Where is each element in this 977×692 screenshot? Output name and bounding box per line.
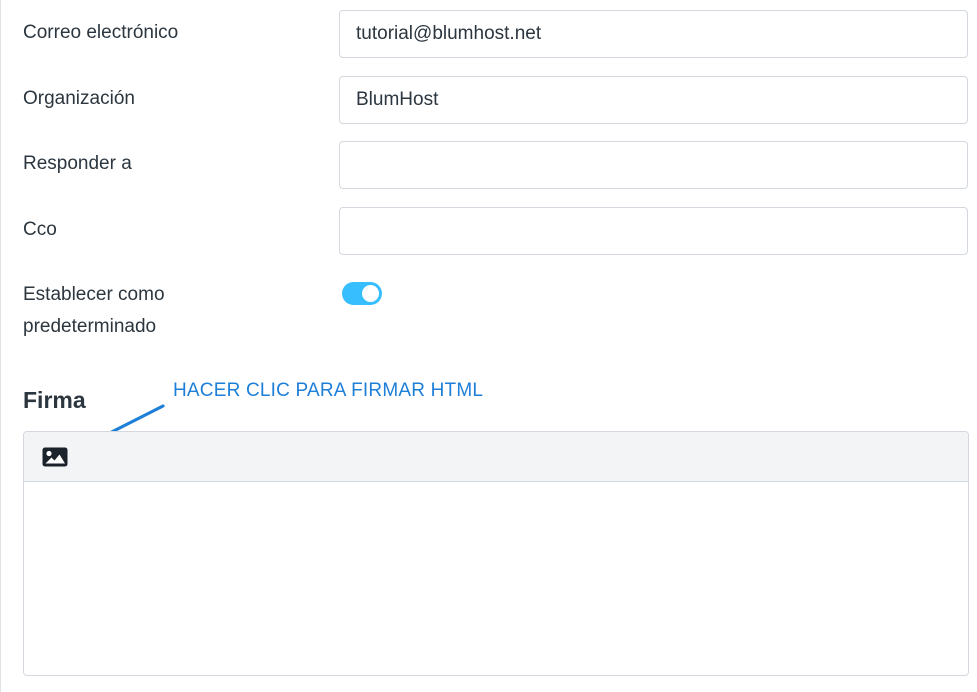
default-label-line1: Establecer como [23,284,165,305]
bcc-label: Cco [23,219,57,240]
reply-to-label: Responder a [23,153,132,174]
signature-editor [23,431,969,676]
left-divider [0,0,1,692]
organization-label: Organización [23,88,135,109]
default-label-line2: predeterminado [23,316,157,337]
organization-input[interactable] [339,76,968,124]
insert-image-button[interactable] [40,444,70,470]
signature-content-area[interactable] [24,482,968,676]
editor-toolbar [24,432,968,482]
email-input[interactable] [339,10,968,58]
email-label: Correo electrónico [23,22,179,43]
default-toggle[interactable] [342,282,382,305]
bcc-input[interactable] [339,207,968,255]
toggle-knob [362,285,379,302]
identity-settings-page: Correo electrónico Organización Responde… [0,0,977,692]
annotation-text: HACER CLIC PARA FIRMAR HTML [173,380,484,401]
reply-to-input[interactable] [339,141,968,189]
image-icon [42,447,68,467]
